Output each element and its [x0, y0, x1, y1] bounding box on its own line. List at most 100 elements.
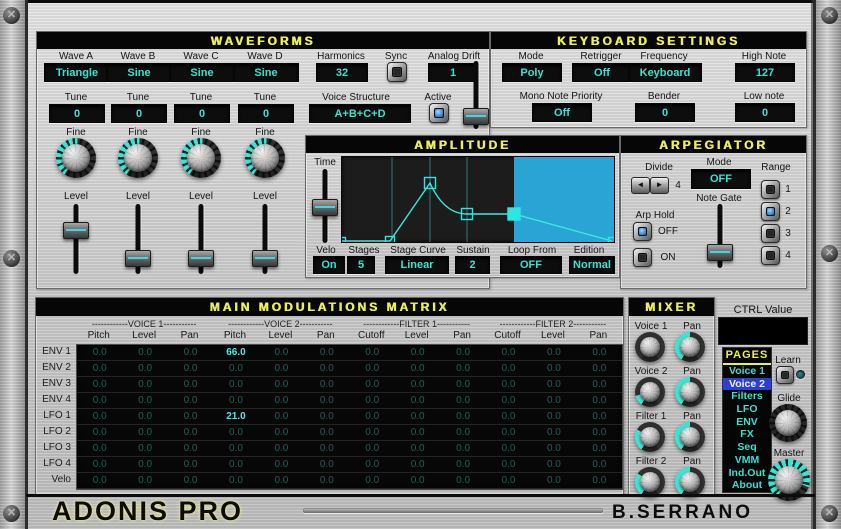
matrix-cell[interactable]: 0.0 [122, 457, 167, 472]
harmonics-value[interactable]: 32 [316, 63, 368, 82]
matrix-cell[interactable]: 0.0 [168, 361, 213, 376]
matrix-cell[interactable]: 0.0 [395, 473, 440, 488]
matrix-cell[interactable]: 0.0 [577, 345, 622, 360]
tune-c-value[interactable]: 0 [174, 104, 230, 123]
matrix-cell[interactable]: 0.0 [531, 409, 576, 424]
note-gate-slider[interactable] [707, 204, 733, 268]
matrix-cell[interactable]: 0.0 [168, 345, 213, 360]
matrix-cell[interactable]: 0.0 [304, 361, 349, 376]
matrix-cell[interactable]: 0.0 [259, 345, 304, 360]
matrix-cell[interactable]: 0.0 [304, 473, 349, 488]
matrix-cell[interactable]: 0.0 [304, 377, 349, 392]
mode-select[interactable]: Poly [502, 63, 562, 82]
matrix-cell[interactable]: 0.0 [486, 345, 531, 360]
matrix-cell[interactable]: 0.0 [577, 441, 622, 456]
matrix-cell[interactable]: 0.0 [486, 457, 531, 472]
matrix-cell[interactable]: 0.0 [395, 345, 440, 360]
matrix-cell[interactable]: 0.0 [531, 393, 576, 408]
matrix-cell[interactable]: 0.0 [440, 441, 485, 456]
matrix-cell[interactable]: 0.0 [77, 345, 122, 360]
matrix-cell[interactable]: 0.0 [531, 473, 576, 488]
matrix-cell[interactable]: 0.0 [213, 377, 258, 392]
matrix-cell[interactable]: 0.0 [350, 361, 395, 376]
range-4-button[interactable] [761, 246, 780, 265]
matrix-cell[interactable]: 0.0 [168, 473, 213, 488]
matrix-cell[interactable]: 0.0 [122, 409, 167, 424]
low-note-value[interactable]: 0 [735, 103, 795, 122]
matrix-cell[interactable]: 0.0 [77, 377, 122, 392]
matrix-cell[interactable]: 0.0 [531, 425, 576, 440]
matrix-cell[interactable]: 0.0 [531, 361, 576, 376]
matrix-cell[interactable]: 0.0 [259, 441, 304, 456]
loop-from-select[interactable]: OFF [500, 256, 562, 274]
matrix-cell[interactable]: 66.0 [213, 345, 258, 360]
page-item-vmm[interactable]: VMM [723, 454, 771, 467]
wave-b-select[interactable]: Sine [106, 63, 172, 82]
mono-note-priority-select[interactable]: Off [532, 103, 592, 122]
matrix-cell[interactable]: 0.0 [350, 457, 395, 472]
tune-a-value[interactable]: 0 [49, 104, 105, 123]
tune-d-value[interactable]: 0 [238, 104, 294, 123]
matrix-cell[interactable]: 0.0 [122, 441, 167, 456]
matrix-cell[interactable]: 0.0 [395, 377, 440, 392]
learn-button[interactable] [776, 366, 794, 384]
retrigger-select[interactable]: Off [572, 63, 632, 82]
mixer-filter2-pan-knob[interactable] [675, 467, 705, 497]
mixer-voice1-knob[interactable] [635, 332, 665, 362]
matrix-cell[interactable]: 21.0 [213, 409, 258, 424]
matrix-cell[interactable]: 0.0 [259, 409, 304, 424]
matrix-cell[interactable]: 0.0 [350, 425, 395, 440]
matrix-cell[interactable]: 0.0 [350, 393, 395, 408]
stage-curve-select[interactable]: Linear [385, 256, 449, 274]
sustain-value[interactable]: 2 [455, 256, 490, 274]
arp-hold-off-button[interactable] [633, 222, 652, 241]
matrix-cell[interactable]: 0.0 [531, 345, 576, 360]
matrix-cell[interactable]: 0.0 [304, 409, 349, 424]
matrix-cell[interactable]: 0.0 [440, 393, 485, 408]
wave-a-select[interactable]: Triangle [44, 63, 110, 82]
matrix-cell[interactable]: 0.0 [168, 441, 213, 456]
matrix-cell[interactable]: 0.0 [77, 473, 122, 488]
matrix-cell[interactable]: 0.0 [440, 457, 485, 472]
page-item-voice-1[interactable]: Voice 1 [723, 365, 771, 378]
matrix-cell[interactable]: 0.0 [440, 425, 485, 440]
matrix-cell[interactable]: 0.0 [577, 425, 622, 440]
matrix-cell[interactable]: 0.0 [395, 457, 440, 472]
active-button[interactable] [429, 103, 449, 123]
matrix-cell[interactable]: 0.0 [213, 393, 258, 408]
time-slider[interactable] [312, 169, 338, 243]
matrix-cell[interactable]: 0.0 [168, 409, 213, 424]
matrix-cell[interactable]: 0.0 [350, 409, 395, 424]
page-item-voice-2[interactable]: Voice 2 [723, 377, 771, 391]
matrix-cell[interactable]: 0.0 [577, 473, 622, 488]
matrix-cell[interactable]: 0.0 [304, 345, 349, 360]
velo-value[interactable]: On [313, 256, 345, 274]
matrix-cell[interactable]: 0.0 [304, 425, 349, 440]
matrix-cell[interactable]: 0.0 [77, 361, 122, 376]
matrix-cell[interactable]: 0.0 [213, 473, 258, 488]
matrix-cell[interactable]: 0.0 [486, 361, 531, 376]
matrix-cell[interactable]: 0.0 [531, 457, 576, 472]
mixer-filter1-pan-knob[interactable] [675, 422, 705, 452]
matrix-cell[interactable]: 0.0 [122, 473, 167, 488]
matrix-cell[interactable]: 0.0 [531, 377, 576, 392]
arp-hold-on-button[interactable] [633, 248, 652, 267]
matrix-cell[interactable]: 0.0 [486, 393, 531, 408]
matrix-cell[interactable]: 0.0 [395, 441, 440, 456]
matrix-cell[interactable]: 0.0 [440, 377, 485, 392]
mixer-voice1-pan-knob[interactable] [675, 332, 705, 362]
matrix-cell[interactable]: 0.0 [213, 457, 258, 472]
stages-value[interactable]: 5 [347, 256, 375, 274]
glide-knob[interactable] [769, 404, 807, 442]
matrix-cell[interactable]: 0.0 [168, 425, 213, 440]
matrix-cell[interactable]: 0.0 [77, 457, 122, 472]
range-1-button[interactable] [761, 180, 780, 199]
matrix-cell[interactable]: 0.0 [440, 345, 485, 360]
tune-b-value[interactable]: 0 [111, 104, 167, 123]
range-2-button[interactable] [761, 202, 780, 221]
page-item-about[interactable]: About [723, 479, 771, 492]
page-item-env[interactable]: ENV [723, 416, 771, 429]
page-item-seq[interactable]: Seq [723, 441, 771, 454]
matrix-cell[interactable]: 0.0 [77, 393, 122, 408]
matrix-cell[interactable]: 0.0 [350, 345, 395, 360]
